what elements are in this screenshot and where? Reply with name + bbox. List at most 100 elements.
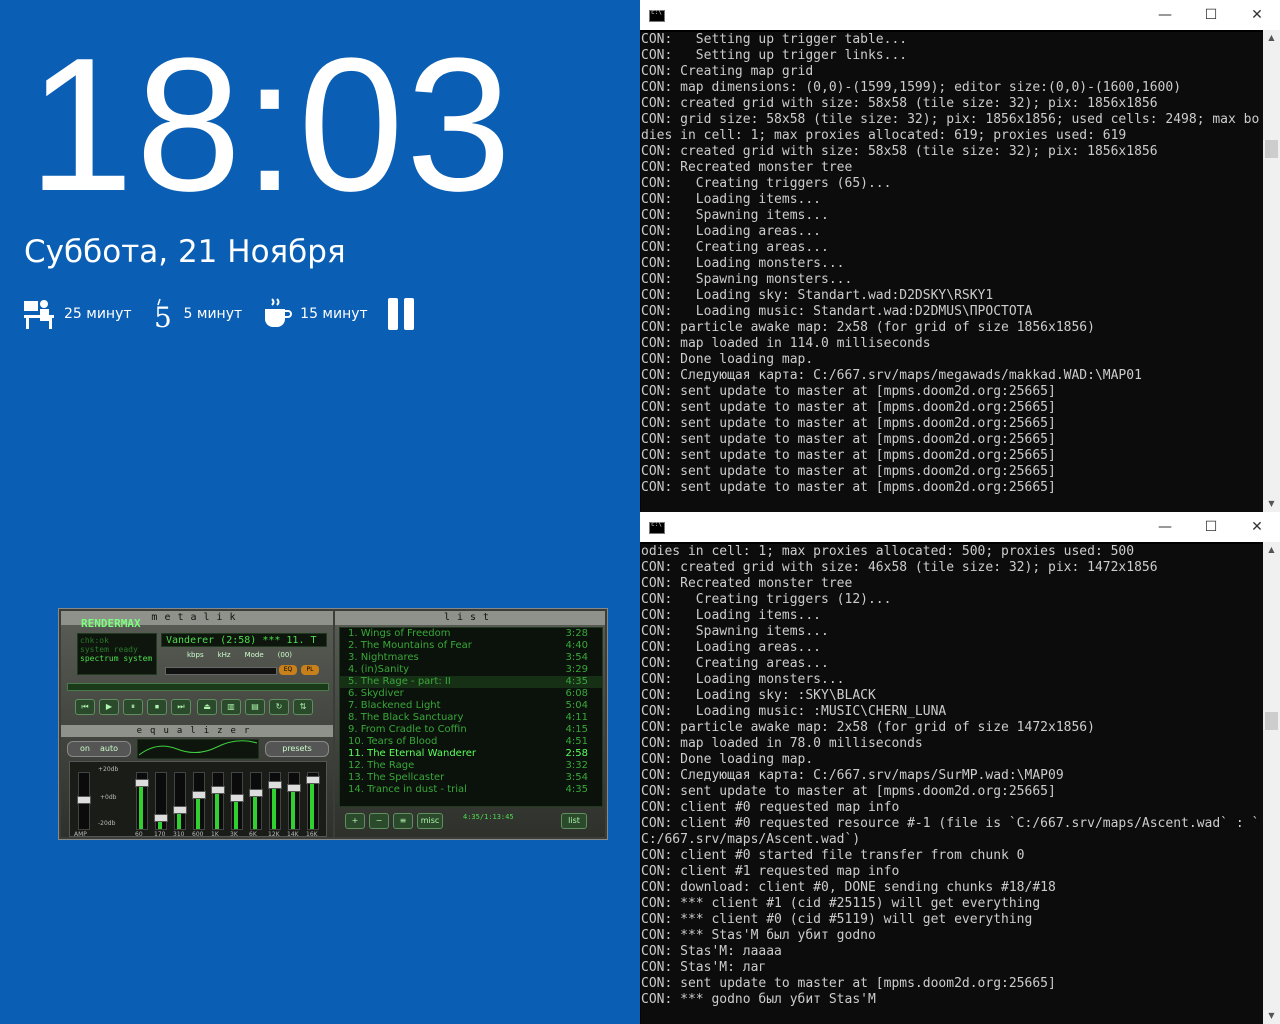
five-icon: 5: [154, 298, 171, 331]
playlist-item[interactable]: 12. The Rage 3:32: [340, 760, 602, 772]
eq-db-bot: -20db: [98, 820, 116, 827]
eq-preamp-slider[interactable]: [77, 772, 91, 830]
eq-slider-knob[interactable]: [154, 813, 168, 822]
eq-slider-knob[interactable]: [173, 806, 187, 814]
console-line: CON: Setting up trigger table...: [641, 32, 908, 47]
scroll-down-icon[interactable]: ▼: [1263, 496, 1280, 512]
eq-on-button[interactable]: on: [80, 742, 90, 756]
playlist-item[interactable]: 3. Nightmares 3:54: [340, 652, 602, 664]
pause-icon: [387, 298, 398, 330]
console-line: CON: Следующая карта: C:/667.srv/maps/Su…: [641, 768, 1064, 783]
playlist-item[interactable]: 10. Tears of Blood 4:51: [340, 736, 602, 748]
eq-band-label: 60: [135, 831, 143, 838]
playlist-item[interactable]: 1. Wings of Freedom 3:28: [340, 628, 602, 640]
console-line: CON: Loading music: Standart.wad:D2DMUS\…: [641, 304, 1033, 319]
extra-controls: ⏏ ▥ ▤ ↻ ⇅: [197, 699, 313, 715]
status-spectrum: spectrum system: [80, 654, 153, 663]
list-toggle-button[interactable]: ▤: [245, 699, 265, 715]
khz-label: kHz: [217, 651, 231, 659]
playlist-item[interactable]: 9. From Cradle to Coffin 4:15: [340, 724, 602, 736]
repeat-button[interactable]: ↻: [269, 699, 289, 715]
eq-slider-knob[interactable]: [77, 796, 91, 804]
long-break-timer[interactable]: 15 минут: [262, 297, 368, 331]
scrollbar-1[interactable]: ▲ ▼: [1263, 30, 1280, 512]
playlist-item[interactable]: 5. The Rage - part: II 4:35: [340, 676, 602, 688]
prev-button[interactable]: ⏮: [75, 699, 95, 715]
seek-bar[interactable]: [67, 683, 329, 691]
eq-band-slider[interactable]: [211, 772, 225, 830]
playlist-item[interactable]: 13. The Spellcaster 3:54: [340, 772, 602, 784]
playlist-item[interactable]: 14. Trance in dust - trial 4:35: [340, 784, 602, 796]
remove-button[interactable]: −: [369, 813, 389, 829]
eq-band-slider[interactable]: [173, 772, 187, 830]
playlist-item[interactable]: 7. Blackened Light 5:04: [340, 700, 602, 712]
console-line: CON: map dimensions: (0,0)-(1599,1599); …: [641, 80, 1182, 95]
pause-track-button[interactable]: ⏸: [123, 699, 143, 715]
eq-slider-knob[interactable]: [287, 783, 301, 792]
eq-band-slider[interactable]: [249, 772, 263, 830]
shuffle-button[interactable]: ⇅: [293, 699, 313, 715]
transport-controls: ⏮ ▶ ⏸ ⏹ ⏭: [75, 699, 191, 715]
volume-slider[interactable]: [165, 667, 277, 675]
add-button[interactable]: +: [345, 813, 365, 829]
eq-band-label: 6K: [249, 831, 257, 838]
visual-button[interactable]: ▥: [221, 699, 241, 715]
minimize-button[interactable]: —: [1142, 512, 1188, 542]
eq-band-slider[interactable]: [154, 772, 168, 830]
playlist-item[interactable]: 4. (in)Sanity 3:29: [340, 664, 602, 676]
scroll-up-icon[interactable]: ▲: [1263, 542, 1280, 558]
playlist-titlebar[interactable]: list: [335, 611, 605, 625]
eq-auto-button[interactable]: auto: [100, 742, 118, 756]
playlist-item[interactable]: 6. Skydiver 6:08: [340, 688, 602, 700]
eq-band-label: 1K: [211, 831, 219, 838]
scroll-thumb[interactable]: [1265, 712, 1278, 730]
playlist-item[interactable]: 11. The Eternal Wanderer 2:58: [340, 748, 602, 760]
stop-button[interactable]: ⏹: [147, 699, 167, 715]
maximize-button[interactable]: ☐: [1188, 0, 1234, 30]
next-button[interactable]: ⏭: [171, 699, 191, 715]
minimize-button[interactable]: —: [1142, 0, 1188, 30]
eq-slider-knob[interactable]: [192, 791, 206, 799]
pl-toggle[interactable]: PL: [301, 665, 319, 675]
eq-band-slider[interactable]: [135, 772, 149, 830]
eq-slider-knob[interactable]: [306, 776, 320, 784]
playlist-item[interactable]: 8. The Black Sanctuary 4:11: [340, 712, 602, 724]
scroll-up-icon[interactable]: ▲: [1263, 30, 1280, 46]
console-titlebar-1[interactable]: — ☐ ✕: [640, 0, 1280, 30]
eq-band-slider[interactable]: [306, 772, 320, 830]
scroll-down-icon[interactable]: ▼: [1263, 1008, 1280, 1024]
work-timer[interactable]: 25 минут: [22, 297, 132, 331]
eq-band-slider[interactable]: [287, 772, 301, 830]
console-line: CON: Creating map grid: [641, 64, 814, 79]
scrollbar-2[interactable]: ▲ ▼: [1263, 542, 1280, 1024]
eq-band-label: 3K: [230, 831, 238, 838]
eject-button[interactable]: ⏏: [197, 699, 217, 715]
eq-toggle[interactable]: EQ: [279, 665, 297, 675]
play-button[interactable]: ▶: [99, 699, 119, 715]
eq-band-slider[interactable]: [268, 772, 282, 830]
close-button[interactable]: ✕: [1234, 0, 1280, 30]
list-button[interactable]: list: [561, 813, 587, 829]
eq-slider-knob[interactable]: [211, 786, 225, 794]
console-line: CON: Recreated monster tree: [641, 576, 853, 591]
short-break-timer[interactable]: 5 5 минут: [152, 297, 242, 331]
eq-slider-knob[interactable]: [230, 793, 244, 802]
playlist-item-title: 9. From Cradle to Coffin: [348, 724, 467, 735]
timer-bar: 25 минут 5 5 минут 15 минут: [22, 294, 414, 334]
pause-button[interactable]: [387, 298, 414, 330]
eq-slider-knob[interactable]: [135, 778, 149, 787]
select-button[interactable]: ≡: [393, 813, 413, 829]
playlist-item[interactable]: 2. The Mountains of Fear 4:40: [340, 640, 602, 652]
eq-slider-knob[interactable]: [268, 781, 282, 789]
close-button[interactable]: ✕: [1234, 512, 1280, 542]
eq-presets-button[interactable]: presets: [265, 741, 329, 757]
console-titlebar-2[interactable]: — ☐ ✕: [640, 512, 1280, 542]
maximize-button[interactable]: ☐: [1188, 512, 1234, 542]
eq-band-slider[interactable]: [230, 772, 244, 830]
status-display: chk:ok system ready spectrum system: [77, 633, 157, 675]
misc-button[interactable]: misc: [417, 813, 443, 829]
eq-slider-knob[interactable]: [249, 788, 263, 797]
eq-band-slider[interactable]: [192, 772, 206, 830]
eq-curve: [137, 739, 259, 759]
scroll-thumb[interactable]: [1265, 140, 1278, 158]
